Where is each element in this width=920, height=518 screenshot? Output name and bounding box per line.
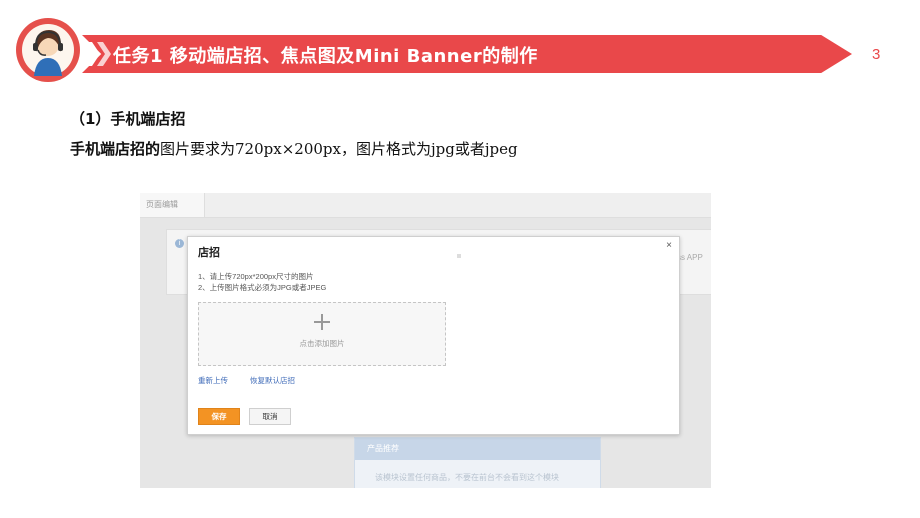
dialog-title: 店招	[198, 247, 220, 259]
plus-icon	[314, 314, 330, 330]
body-text-rest: 图片要求为720px×200px，图片格式为jpg或者jpeg	[160, 140, 518, 158]
shop-sign-dialog: 店招 × 1、请上传720px*200px尺寸的图片 2、上传图片格式必须为JP…	[187, 236, 680, 435]
body-text-bold: 手机端店招的	[70, 140, 161, 158]
body-text: 手机端店招的图片要求为720px×200px，图片格式为jpg或者jpeg	[70, 138, 518, 159]
info-icon: i	[175, 239, 184, 248]
reupload-link[interactable]: 重新上传	[198, 375, 228, 386]
dialog-note-format: 2、上传图片格式必须为JPG或者JPEG	[198, 283, 327, 292]
cancel-button[interactable]: 取消	[249, 408, 291, 425]
product-panel-body: 该模块设置任何商品，不要在前台不会看到这个模块	[375, 473, 559, 482]
image-upload-dropzone[interactable]: 点击添加图片	[198, 302, 446, 366]
product-panel-title: 产品推荐	[355, 438, 600, 460]
upload-placeholder: 点击添加图片	[299, 339, 345, 348]
background-edge-text: ss APP	[677, 253, 703, 262]
page-number: 3	[872, 46, 881, 63]
slide-title: 任务1 移动端店招、焦点图及Mini Banner的制作	[113, 46, 538, 67]
save-button[interactable]: 保存	[198, 408, 240, 425]
section-heading: （1）手机端店招	[70, 110, 186, 128]
slide-header: 任务1 移动端店招、焦点图及Mini Banner的制作 3	[0, 0, 920, 100]
drag-handle-icon[interactable]	[457, 254, 461, 258]
tab-page-edit[interactable]: 页面编辑	[140, 193, 205, 217]
customer-service-avatar-icon	[16, 18, 80, 82]
embedded-screenshot: 页面编辑 i ss APP 产品推荐 该模块设置任何商品，不要在前台不会看到这个…	[140, 193, 711, 488]
product-recommend-panel: 产品推荐 该模块设置任何商品，不要在前台不会看到这个模块	[354, 437, 601, 488]
tab-bar: 页面编辑	[140, 193, 711, 218]
dialog-note-size: 1、请上传720px*200px尺寸的图片	[198, 272, 314, 281]
chevron-right-icon	[97, 42, 111, 66]
close-icon[interactable]: ×	[666, 240, 672, 251]
restore-default-link[interactable]: 恢复默认店招	[250, 375, 295, 386]
